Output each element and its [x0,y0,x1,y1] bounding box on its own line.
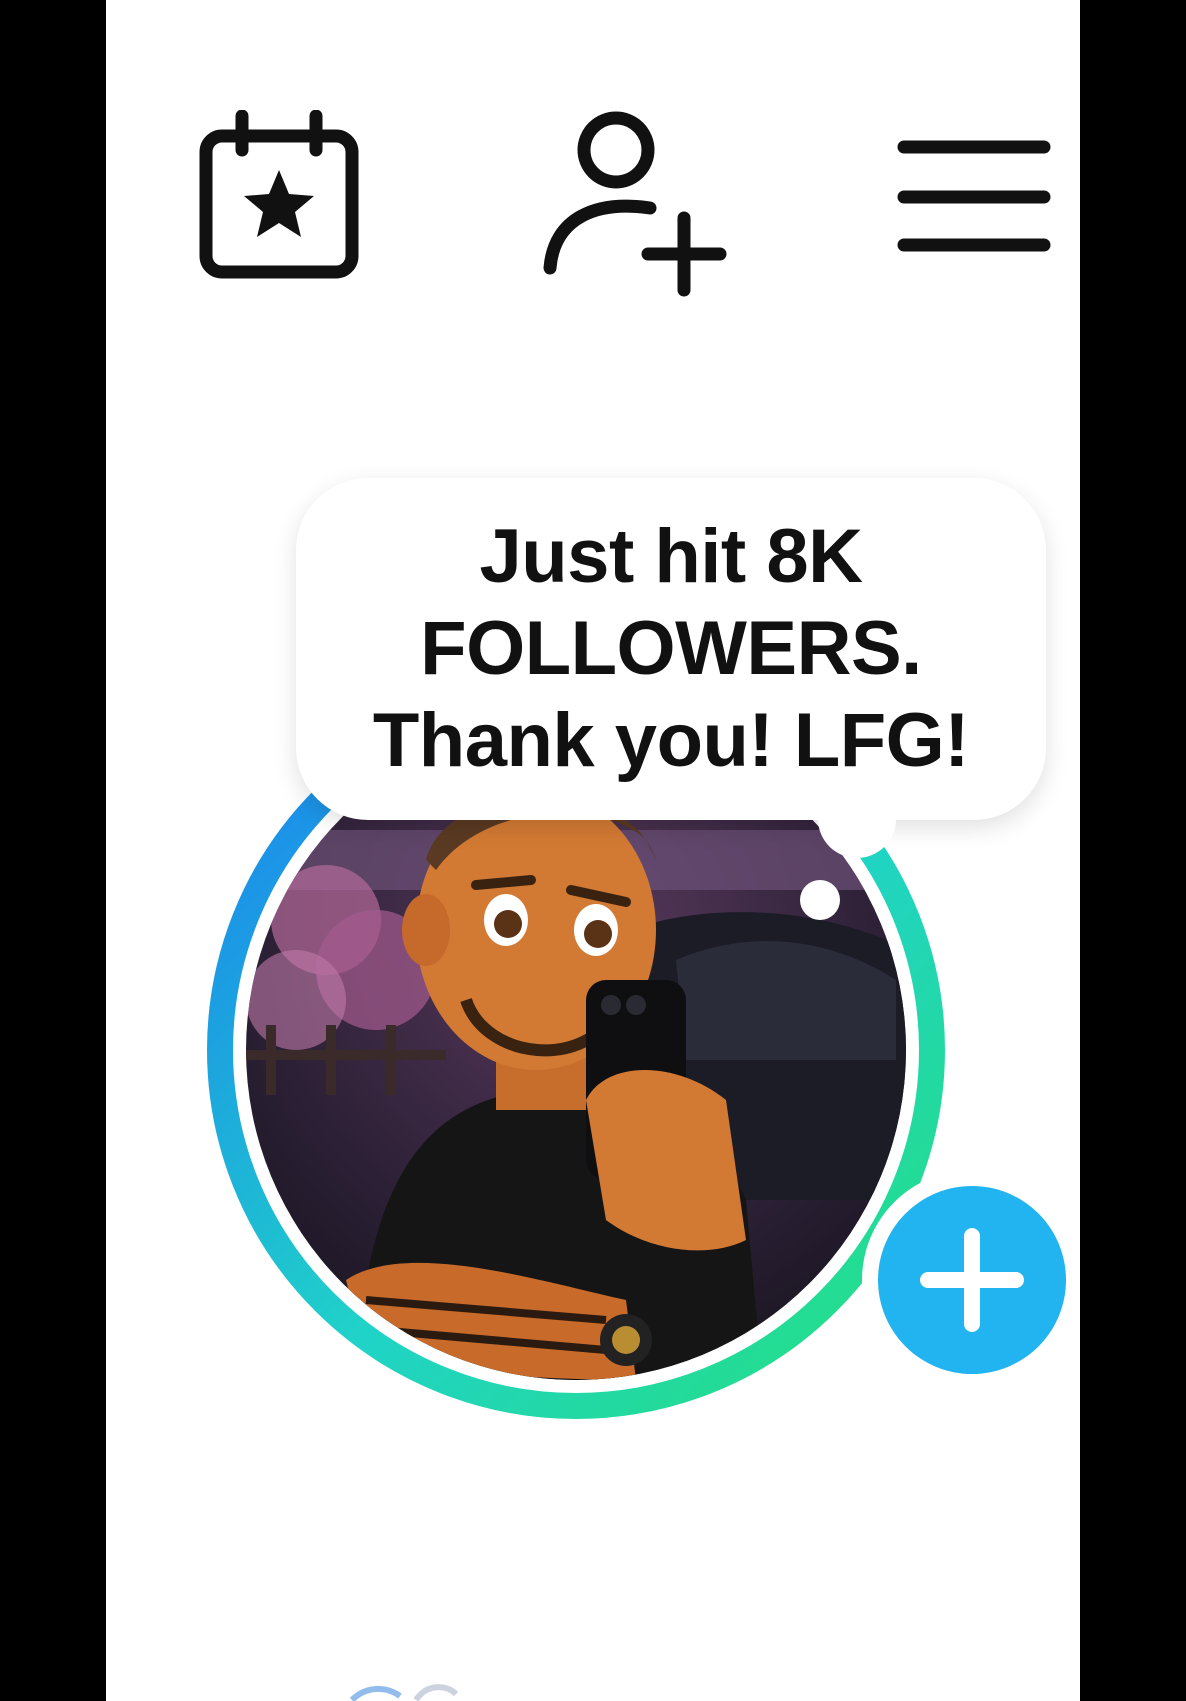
plus-icon [920,1228,1024,1332]
bottom-content-peek [346,1680,466,1701]
story-note-bubble[interactable]: Just hit 8K FOLLOWERS. Thank you! LFG! [296,478,1046,820]
calendar-star-button[interactable] [198,110,378,285]
person-add-icon [543,111,727,297]
add-friend-button[interactable] [540,108,740,298]
hamburger-menu-icon [897,140,1051,252]
add-story-button[interactable] [862,1170,1080,1390]
menu-button[interactable] [896,125,1056,265]
story-note-text: Just hit 8K FOLLOWERS. Thank you! LFG! [372,514,970,783]
calendar-star-icon [199,110,359,279]
profile-screen: Just hit 8K FOLLOWERS. Thank you! LFG! [106,0,1080,1701]
note-bubble-dot [800,880,840,920]
